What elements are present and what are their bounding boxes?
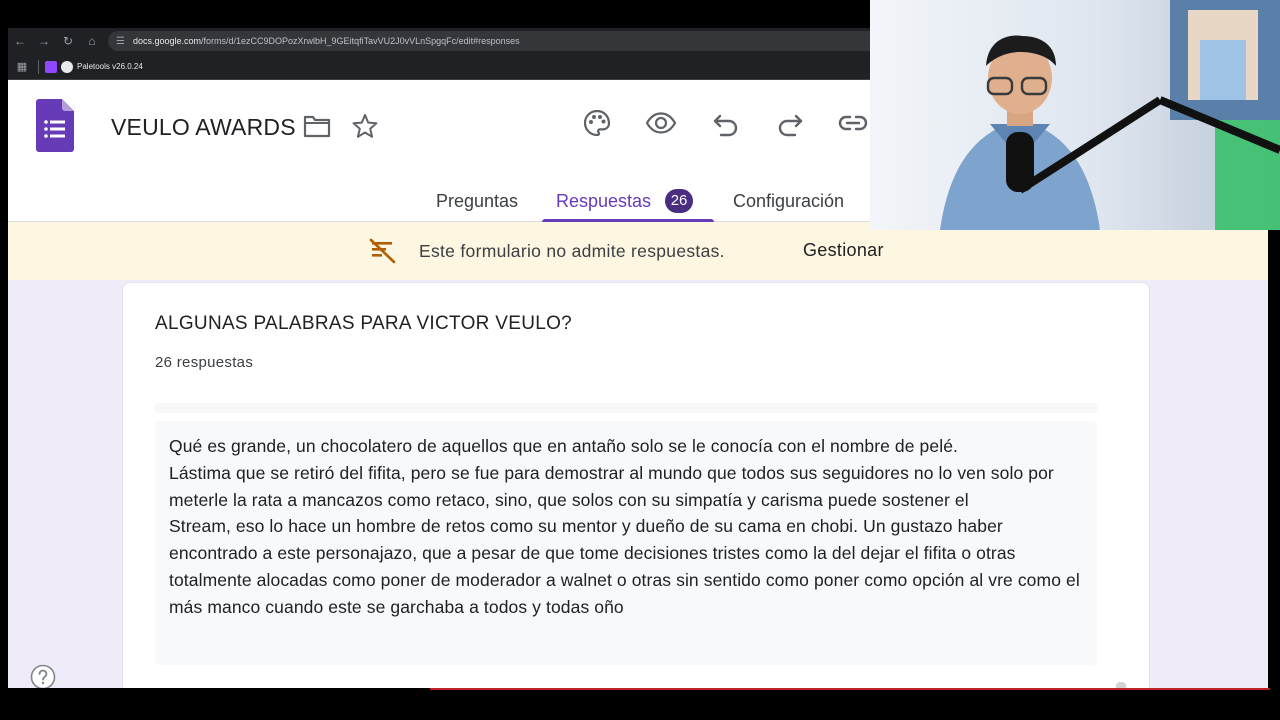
paletools-icon: [61, 60, 73, 73]
bookmark-separator: [38, 59, 39, 74]
video-bottom-bar: [0, 688, 1280, 720]
bookmark-label: Paletools v26.0.24: [77, 62, 143, 71]
redo-icon[interactable]: [774, 107, 806, 139]
banner-message: Este formulario no admite respuestas.: [419, 241, 725, 261]
tab-responses-label: Respuestas: [556, 191, 652, 211]
url-domain: docs.google.com: [132, 36, 202, 46]
form-title[interactable]: VEULO AWARDS: [111, 114, 296, 141]
tab-questions[interactable]: Preguntas: [436, 184, 518, 222]
url-text: docs.google.com/forms/d/1ezCC9DOPozXrwlb…: [133, 36, 520, 46]
url-path: /forms/d/1ezCC9DOPozXrwlbH_9GEitqfiTavVU…: [201, 36, 520, 46]
screen: ← → ↻ ⌂ ☰ docs.google.com/forms/d/1ezCC9…: [0, 0, 1280, 720]
apps-icon[interactable]: ▦: [12, 57, 32, 77]
forms-logo-icon[interactable]: [36, 99, 74, 152]
response-count: 26 respuestas: [155, 354, 254, 371]
star-icon[interactable]: [351, 112, 379, 140]
previous-answer-edge: [155, 403, 1097, 413]
back-icon[interactable]: ←: [8, 28, 32, 54]
forward-icon[interactable]: →: [32, 28, 56, 54]
responses-count-badge: 26: [665, 189, 694, 213]
palette-icon[interactable]: [581, 107, 613, 139]
question-title: ALGUNAS PALABRAS PARA VICTOR VEULO?: [155, 313, 573, 334]
undo-icon[interactable]: [710, 107, 742, 139]
tab-settings[interactable]: Configuración: [733, 184, 844, 222]
manage-button[interactable]: Gestionar: [803, 240, 884, 261]
video-progress-accent: [430, 688, 1270, 690]
folder-icon[interactable]: [303, 114, 331, 138]
question-summary-card: ALGUNAS PALABRAS PARA VICTOR VEULO? 26 r…: [122, 282, 1150, 688]
webcam-overlay: [870, 0, 1280, 230]
home-icon[interactable]: ⌂: [80, 28, 104, 54]
tab-questions-label: Preguntas: [436, 191, 519, 211]
twitch-bookmark-icon[interactable]: [45, 60, 57, 73]
link-icon[interactable]: [837, 107, 869, 139]
bookmark-paletools[interactable]: Paletools v26.0.24: [61, 60, 143, 73]
site-info-icon[interactable]: ☰: [116, 36, 125, 47]
responses-closed-banner: Este formulario no admite respuestas. Ge…: [8, 222, 1268, 280]
help-icon[interactable]: [30, 664, 56, 688]
answer-text: Qué es grande, un chocolatero de aquello…: [155, 421, 1097, 665]
tab-responses[interactable]: Respuestas 26: [556, 184, 694, 222]
responses-off-icon: [369, 238, 396, 264]
reload-icon[interactable]: ↻: [56, 28, 80, 54]
tab-settings-label: Configuración: [733, 191, 845, 211]
preview-eye-icon[interactable]: [645, 107, 677, 139]
responses-content: ALGUNAS PALABRAS PARA VICTOR VEULO? 26 r…: [8, 280, 1268, 688]
